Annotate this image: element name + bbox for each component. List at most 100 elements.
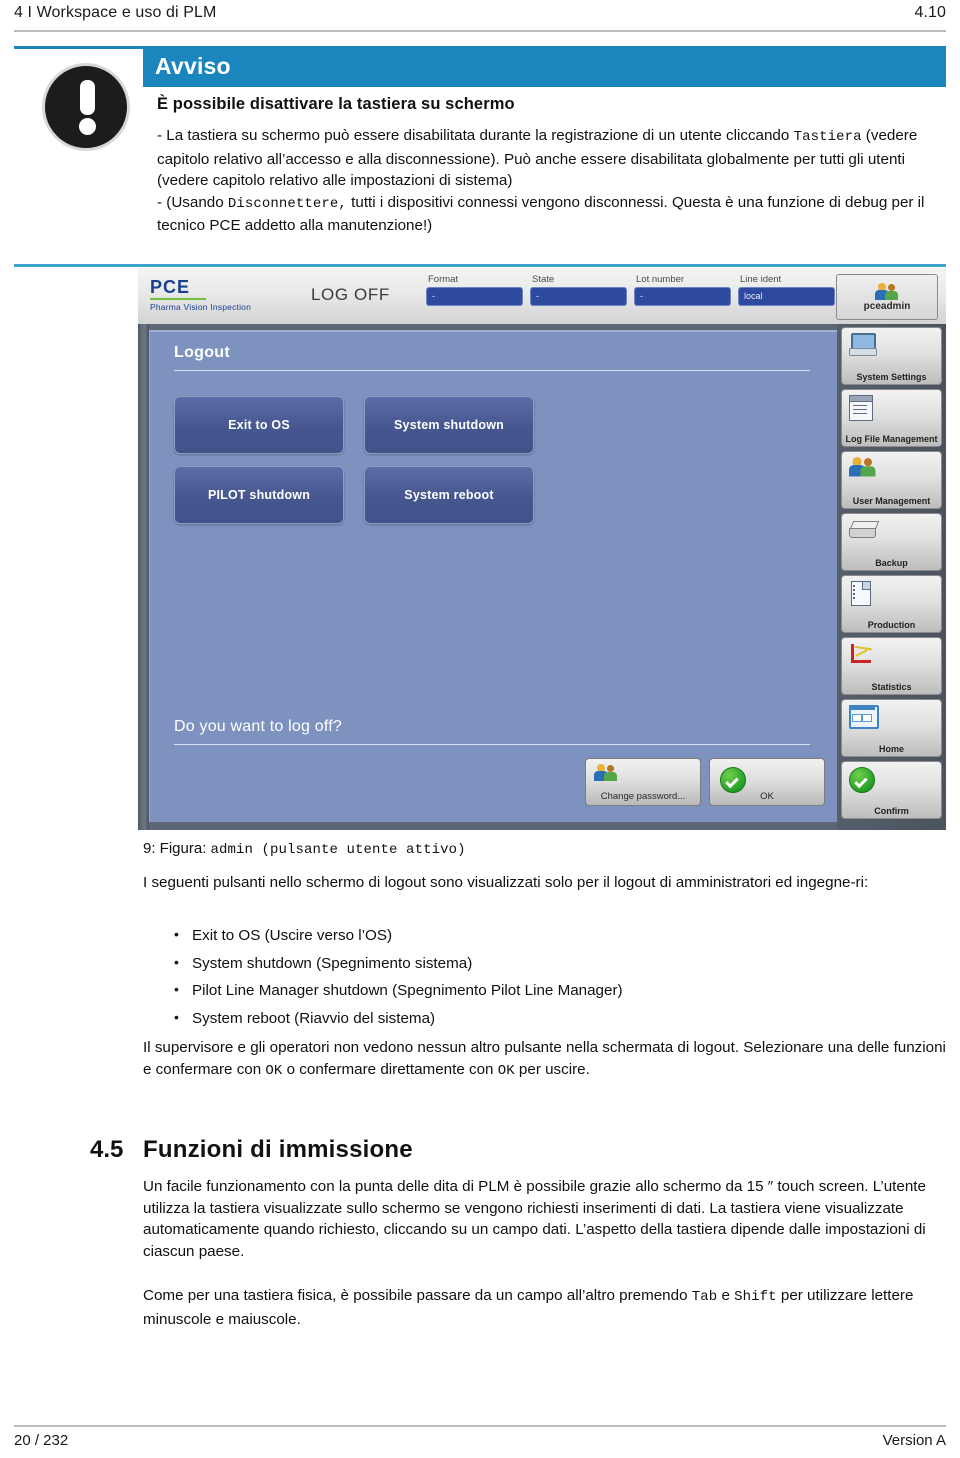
field-state-value[interactable]: - [530,287,627,306]
user-button-label: pceadmin [863,300,911,312]
change-password-button[interactable]: Change password... [585,758,701,806]
exclamation-icon-dot [79,118,96,135]
field-line-ident-label: Line ident [740,274,782,285]
section-para2-b: e [717,1287,735,1304]
rail-item-production[interactable]: Production [841,575,942,633]
window-icon [849,705,879,729]
pce-logo: PCE Pharma Vision Inspection [150,278,251,312]
users-icon [594,764,618,781]
user-button[interactable]: pceadmin [836,274,938,320]
change-password-button-label: Change password... [600,791,686,802]
app-mode-label: LOG OFF [311,285,390,304]
field-lot-number-label: Lot number [636,274,685,285]
section-paragraph-1: Un facile funzionamento con la punta del… [143,1178,926,1260]
exclamation-icon-bar [80,80,95,115]
rail-item-confirm-label: Confirm [874,806,909,816]
outro-paragraph: Il supervisore e gli operatori non vedon… [143,1037,946,1082]
page-header: 4 I Workspace e uso di PLM 4.10 [14,4,946,32]
document-icon [849,581,871,606]
header-divider [14,30,946,32]
field-lot-number-value[interactable]: - [634,287,731,306]
field-line-ident-value[interactable]: local [738,287,835,306]
pilot-shutdown-button[interactable]: PILOT shutdown [174,466,344,524]
notice-body: È possibile disattivare la tastiera su s… [157,95,957,237]
rail-item-backup[interactable]: Backup [841,513,942,571]
figure-caption-code: admin (pulsante utente attivo) [210,842,466,858]
field-format-value[interactable]: - [426,287,523,306]
page-number: 20 / 232 [14,1432,69,1449]
rail-item-log-file-management[interactable]: Log File Management [841,389,942,447]
notice-banner: Avviso [143,46,946,87]
logout-button-grid: Exit to OS System shutdown PILOT shutdown… [174,396,554,536]
notice-para1-code: Tastiera [793,129,862,145]
rail-item-home-label: Home [878,744,904,754]
app-body: Logout Exit to OS System shutdown PILOT s… [138,324,946,830]
field-format: Format - [426,274,523,306]
pce-logo-underline [150,298,206,300]
list-item: System reboot (Riavvio del sistema) [170,1004,950,1033]
document-version: Version A [882,1432,946,1449]
page-header-right: 4.10 [914,4,946,21]
section-number: 4.5 [90,1136,124,1163]
notice-title: È possibile disattivare la tastiera su s… [157,95,515,113]
field-line-ident: Line ident local [738,274,835,306]
logout-question: Do you want to log off? [174,718,342,735]
notice-bottom-rule [14,264,946,267]
field-state: State - [530,274,627,306]
logout-question-rule [174,744,810,745]
figure-caption: 9: Figura: admin (pulsante utente attivo… [143,840,466,858]
plm-screenshot: PCE Pharma Vision Inspection LOG OFF For… [138,268,946,830]
rail-item-user-management[interactable]: User Management [841,451,942,509]
left-edge-strip [138,324,149,830]
notebook-icon [849,395,873,421]
system-reboot-button[interactable]: System reboot [364,466,534,524]
rail-item-log-file-management-label: Log File Management [845,434,938,444]
users-icon [875,282,899,300]
app-topbar: PCE Pharma Vision Inspection LOG OFF For… [138,268,946,325]
pce-logo-sub: Pharma Vision Inspection [150,302,252,312]
rail-item-system-settings[interactable]: System Settings [841,327,942,385]
ok-button[interactable]: OK [709,758,825,806]
figure-caption-prefix: 9: Figura: [143,840,211,857]
exit-to-os-button[interactable]: Exit to OS [174,396,344,454]
disk-icon [848,519,880,539]
outro-code-2: OK [497,1062,515,1079]
rail-item-statistics[interactable]: Statistics [841,637,942,695]
field-format-label: Format [428,274,459,285]
outro-code-1: OK [265,1062,283,1079]
rail-item-statistics-label: Statistics [871,682,912,692]
system-shutdown-button[interactable]: System shutdown [364,396,534,454]
rail-item-production-label: Production [867,620,916,630]
rail-item-confirm[interactable]: Confirm [841,761,942,819]
section-paragraph-2: Come per una tastiera fisica, è possibil… [143,1285,946,1330]
pce-logo-main: PCE [150,277,191,297]
rail-item-home[interactable]: Home [841,699,942,757]
logout-panel: Logout Exit to OS System shutdown PILOT s… [149,330,837,822]
page-footer: 20 / 232 Version A [14,1432,946,1449]
list-item: System shutdown (Spegnimento sistema) [170,949,950,978]
notice-text: - La tastiera su schermo può essere disa… [157,125,957,237]
notice-para1-a: - La tastiera su schermo può essere disa… [157,127,794,144]
page-header-left: 4 I Workspace e uso di PLM [14,4,217,21]
monitor-icon [849,333,877,356]
check-circle-icon [720,767,746,793]
check-circle-icon [849,767,875,793]
logout-action-row: Change password... OK [585,758,825,806]
field-lot-number: Lot number - [634,274,731,306]
status-fields: Format - State - Lot number - Line ident… [426,274,835,306]
outro-b: o confermare direttamente con [282,1060,498,1078]
field-state-label: State [532,274,555,285]
section-para2-code-1: Tab [691,1289,718,1305]
right-icon-rail: System Settings Log File Management User… [837,324,946,830]
logout-panel-title-rule [174,370,810,371]
section-para2-a: Come per una tastiera fisica, è possibil… [143,1287,692,1304]
rail-item-backup-label: Backup [875,558,908,568]
list-item: Exit to OS (Uscire verso l’OS) [170,921,950,950]
footer-divider [14,1425,946,1427]
feature-bullet-list: Exit to OS (Uscire verso l’OS) System sh… [170,921,950,1033]
exclamation-icon [34,55,138,159]
intro-paragraph: I seguenti pulsanti nello schermo di log… [143,874,869,891]
outro-c: per uscire. [514,1060,590,1078]
section-para2-code-2: Shift [734,1289,777,1305]
rail-item-system-settings-label: System Settings [856,372,927,382]
